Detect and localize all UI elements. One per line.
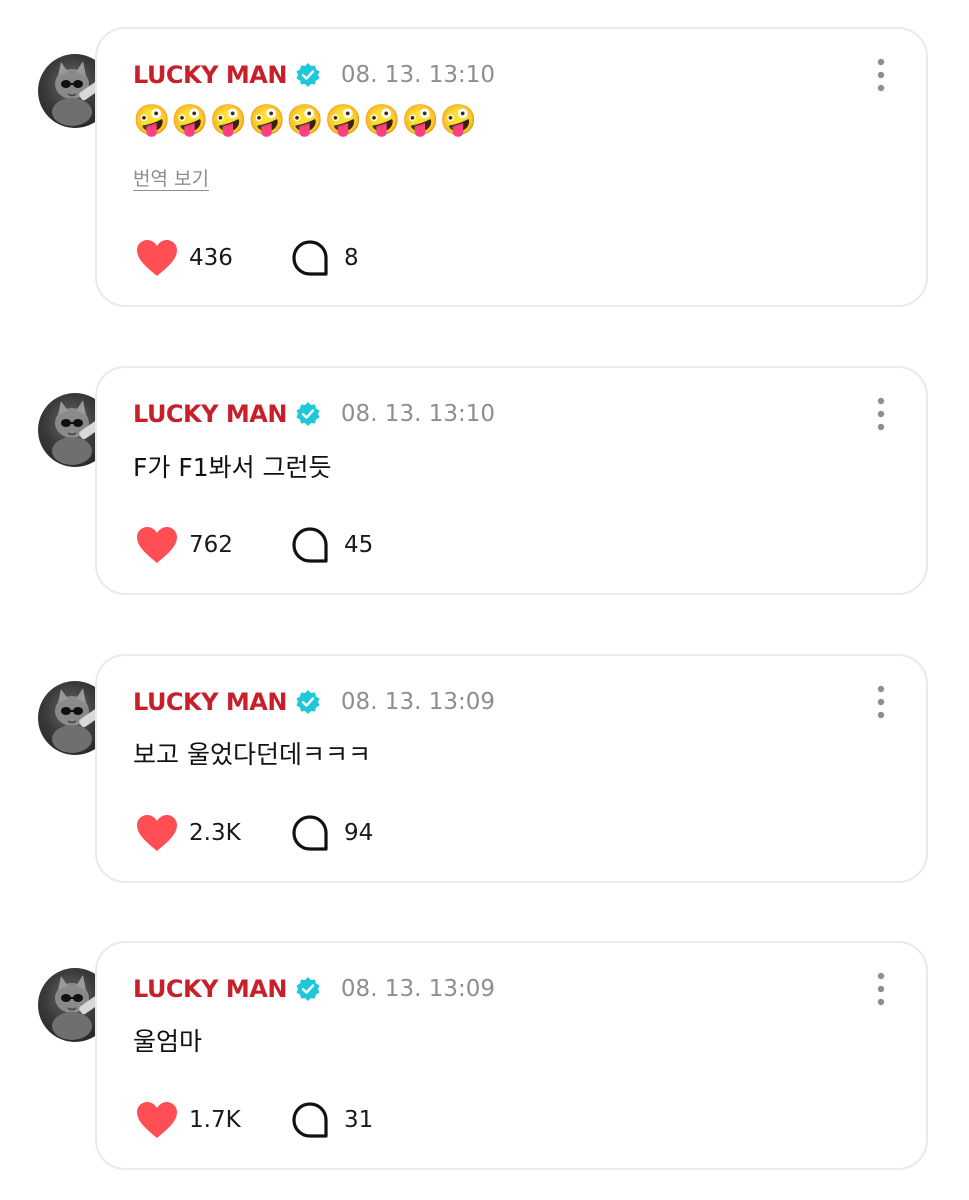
more-vertical-icon[interactable] <box>874 971 888 1007</box>
reply-button[interactable]: 31 <box>291 1101 373 1139</box>
comment-text: 울엄마 <box>133 1027 203 1056</box>
verified-badge-icon <box>296 402 320 426</box>
action-bar: 1.7K 31 <box>135 1100 373 1140</box>
username[interactable]: LUCKY MAN <box>133 975 287 1003</box>
username[interactable]: LUCKY MAN <box>133 61 287 89</box>
comment-text: 🤪🤪🤪🤪🤪🤪🤪🤪🤪 <box>133 103 479 138</box>
comment-header: LUCKY MAN 08. 13. 13:10 <box>133 59 495 91</box>
more-vertical-icon[interactable] <box>874 57 888 93</box>
like-button[interactable]: 1.7K <box>135 1100 291 1140</box>
heart-icon <box>137 240 177 276</box>
comment-text: F가 F1봐서 그런듯 <box>133 453 332 482</box>
comment-count: 31 <box>344 1107 374 1133</box>
comment-count: 8 <box>344 245 359 271</box>
reply-button[interactable]: 94 <box>291 814 373 852</box>
reply-button[interactable]: 45 <box>291 526 373 564</box>
more-vertical-icon[interactable] <box>874 684 888 720</box>
timestamp: 08. 13. 13:10 <box>340 62 495 88</box>
like-count: 2.3K <box>189 820 241 846</box>
comment-bubble-icon <box>292 815 328 851</box>
comment-card: LUCKY MAN 08. 13. 13:09 보고 울었다던데ㅋㅋㅋ 2.3K <box>95 654 928 883</box>
like-count: 436 <box>189 245 233 271</box>
username[interactable]: LUCKY MAN <box>133 688 287 716</box>
heart-icon <box>137 815 177 851</box>
reply-button[interactable]: 8 <box>291 239 359 277</box>
verified-badge-icon <box>296 63 320 87</box>
like-count: 1.7K <box>189 1107 241 1133</box>
comment-header: LUCKY MAN 08. 13. 13:10 <box>133 398 495 430</box>
heart-icon <box>137 1102 177 1138</box>
comment-header: LUCKY MAN 08. 13. 13:09 <box>133 686 495 718</box>
like-count: 762 <box>189 532 233 558</box>
translate-link[interactable]: 번역 보기 <box>133 164 209 191</box>
comment-bubble-icon <box>292 240 328 276</box>
comment-card: LUCKY MAN 08. 13. 13:09 울엄마 1.7K 31 <box>95 941 928 1170</box>
comment-card: LUCKY MAN 08. 13. 13:10 🤪🤪🤪🤪🤪🤪🤪🤪🤪 번역 보기 … <box>95 27 928 307</box>
like-button[interactable]: 436 <box>135 238 291 278</box>
action-bar: 2.3K 94 <box>135 813 373 853</box>
comment-header: LUCKY MAN 08. 13. 13:09 <box>133 973 495 1005</box>
comment-bubble-icon <box>292 527 328 563</box>
comment-count: 45 <box>344 532 374 558</box>
comment-count: 94 <box>344 820 374 846</box>
verified-badge-icon <box>296 690 320 714</box>
timestamp: 08. 13. 13:09 <box>340 976 495 1002</box>
action-bar: 436 8 <box>135 238 359 278</box>
timestamp: 08. 13. 13:10 <box>340 401 495 427</box>
comment-card: LUCKY MAN 08. 13. 13:10 F가 F1봐서 그런듯 762 <box>95 366 928 595</box>
username[interactable]: LUCKY MAN <box>133 400 287 428</box>
like-button[interactable]: 2.3K <box>135 813 291 853</box>
more-vertical-icon[interactable] <box>874 396 888 432</box>
verified-badge-icon <box>296 977 320 1001</box>
comment-bubble-icon <box>292 1102 328 1138</box>
comment-text: 보고 울었다던데ㅋㅋㅋ <box>133 740 371 769</box>
timestamp: 08. 13. 13:09 <box>340 689 495 715</box>
like-button[interactable]: 762 <box>135 525 291 565</box>
heart-icon <box>137 527 177 563</box>
action-bar: 762 45 <box>135 525 373 565</box>
